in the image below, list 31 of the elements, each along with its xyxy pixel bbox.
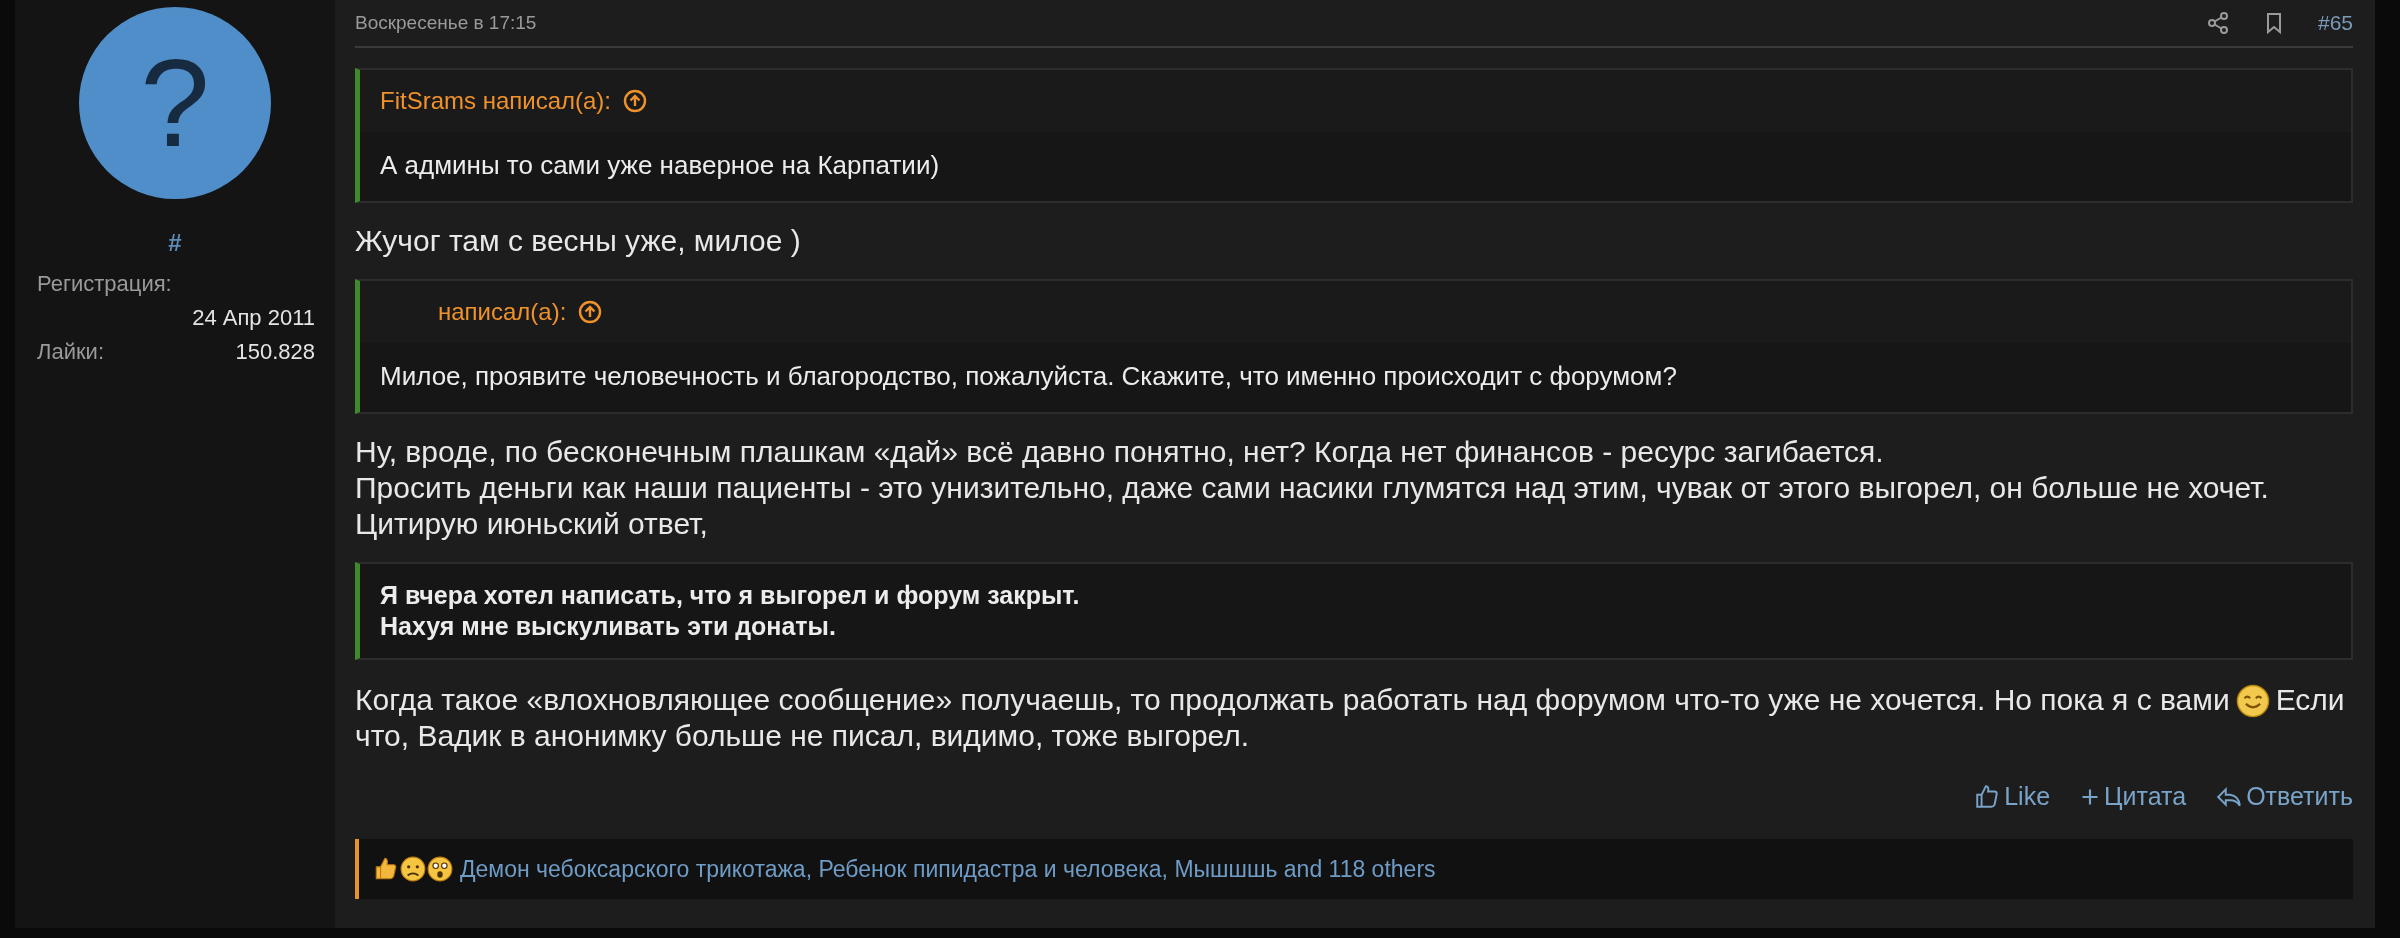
shocked-face-icon[interactable] xyxy=(427,856,453,882)
like-link[interactable]: Like xyxy=(1974,782,2051,811)
quote-text: Милое, проявите человечность и благородство, пожалуйста. Скажите, что именно происходит с форумом? xyxy=(380,361,1678,392)
avatar[interactable]: ? xyxy=(79,7,271,199)
post-text: Цитирую июньский ответ, xyxy=(355,506,709,542)
quote-link[interactable]: Цитата xyxy=(2080,782,2187,811)
thumbs-up-icon[interactable] xyxy=(373,856,399,882)
quote-text: А админы то сами уже наверное на Карпатии) xyxy=(380,150,941,181)
thumbs-up-icon xyxy=(1974,783,2001,810)
quote-text: Я вчера хотел написать, что я выгорел и форум закрыт. xyxy=(380,580,1081,611)
stat-value: 24 Апр 2011 xyxy=(192,305,315,331)
smiley-icon xyxy=(2235,684,2270,718)
stat-value: 150.828 xyxy=(235,339,315,365)
quote-author[interactable]: FitSrams написал(а): xyxy=(380,87,612,115)
post-date[interactable]: Воскресенье в 17:15 xyxy=(355,12,537,34)
share-icon[interactable] xyxy=(2205,11,2230,35)
stat-label: Лайки: xyxy=(37,339,104,365)
stat-label: Регистрация: xyxy=(37,271,173,297)
reactions-link[interactable]: Демон чебоксарского трикотажа, Ребенок пипидастра и человека, Мышшшь and 118 others xyxy=(460,855,1436,883)
reply-link[interactable]: Ответить xyxy=(2216,782,2353,811)
post-number-link[interactable]: #65 xyxy=(2317,11,2353,35)
username-link[interactable]: # xyxy=(168,229,182,257)
post-text: Жучог там с весны уже, милое ) xyxy=(355,223,802,259)
arrow-up-icon[interactable] xyxy=(578,300,603,324)
post-text: Ну, вроде, по бесконечным плашкам «дай» всё давно понятно, нет? Когда нет финансов - ресурс загибается. xyxy=(355,434,1885,470)
quote-text: Нахуя мне выскуливать эти донаты. xyxy=(380,611,837,642)
arrow-up-icon[interactable] xyxy=(623,89,648,113)
quote-author[interactable]: написал(а): xyxy=(380,298,567,326)
post-text: Когда такое «влохновляющее сообщение» получаешь, то продолжать работать над форумом что-то уже не хочется. Но пока я с вами Если что, Вадик в анонимку больше не писал, видимо, тоже выгорел. xyxy=(355,682,2346,754)
sad-face-icon[interactable] xyxy=(400,856,426,882)
post-text: Просить деньги как наши пациенты - это унизительно, даже сами насики глумятся над этим, чувак от этого выгорел, он больше не хочет. xyxy=(355,470,2270,506)
